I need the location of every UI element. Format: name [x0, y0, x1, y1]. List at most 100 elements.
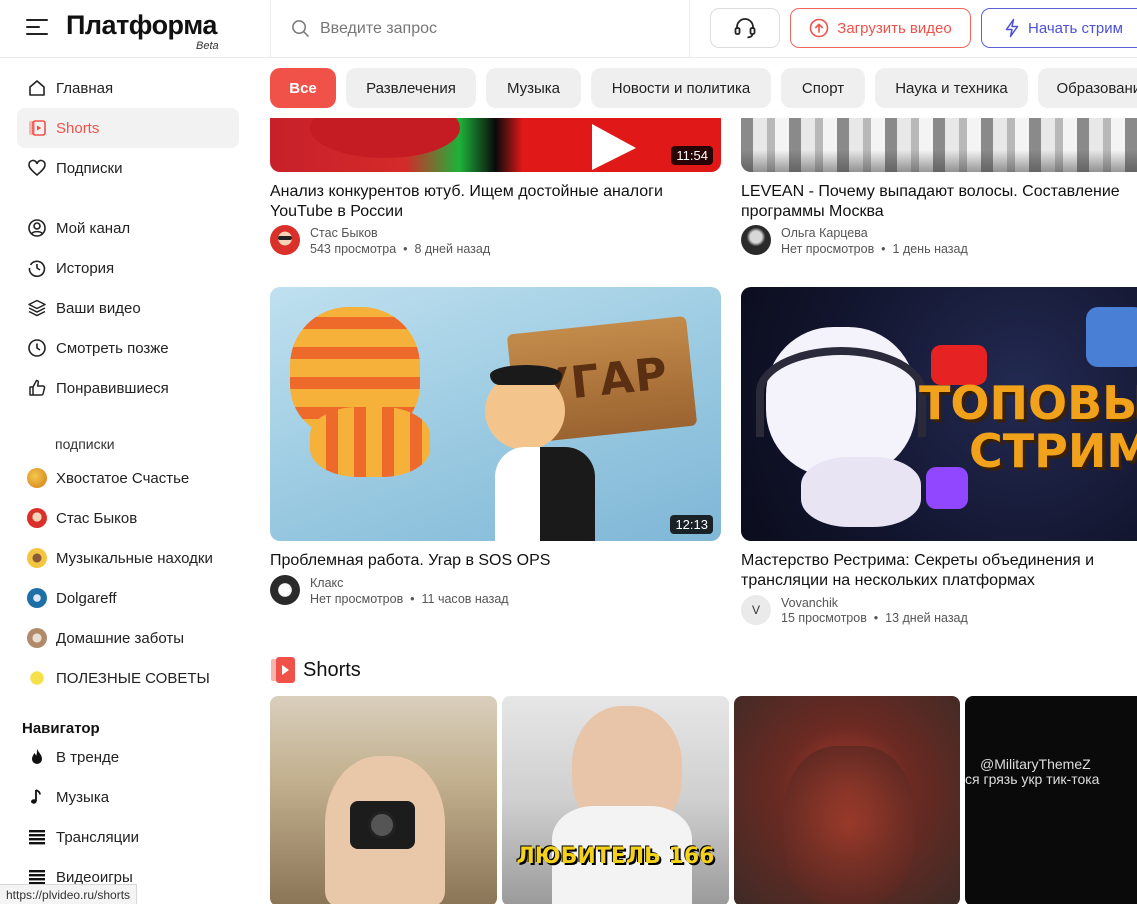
play-icon — [592, 124, 636, 170]
sidebar-item-broadcasts[interactable]: Трансляции — [17, 817, 239, 857]
sidebar-item-shorts[interactable]: Shorts — [17, 108, 239, 148]
upload-video-button[interactable]: Загрузить видео — [790, 8, 971, 48]
chip-sport[interactable]: Спорт — [781, 68, 865, 108]
thumbnail-character-body — [495, 447, 595, 541]
sidebar-item-trending[interactable]: В тренде — [17, 737, 239, 777]
sidebar-item-label: Shorts — [56, 119, 100, 137]
hamburger-menu-icon[interactable] — [26, 19, 48, 37]
avatar[interactable] — [270, 225, 300, 255]
video-author[interactable]: Ольга Карцева — [781, 226, 868, 240]
thumbnail-text-line: ТОПОВЫ — [919, 376, 1137, 430]
sidebar-item-your-videos[interactable]: Ваши видео — [17, 288, 239, 328]
short-overlay-caption: ся грязь укр тик-тока — [965, 771, 1100, 787]
sidebar-item-home[interactable]: Главная — [17, 68, 239, 108]
thumbnail-vk-logo — [1086, 307, 1137, 367]
shorts-section-title: Shorts — [303, 658, 361, 681]
video-author[interactable]: Клакс — [310, 576, 343, 590]
support-button[interactable] — [710, 8, 780, 48]
sidebar-item-label: Главная — [56, 79, 114, 97]
sidebar-item-label: В тренде — [56, 748, 120, 766]
lightning-icon — [1005, 18, 1019, 38]
thumbnail-headphones — [756, 347, 926, 437]
short-card[interactable]: ЛЮБИТЕЛЬ 166 — [502, 696, 729, 904]
top-header: Платформа Beta Загрузить видео Начать ст… — [0, 0, 1137, 58]
view-count: 15 просмотров — [781, 611, 867, 625]
sidebar-sub-hvostatoe[interactable]: Хвостатое Счастье — [17, 458, 239, 498]
avatar — [27, 468, 47, 488]
video-thumbnail[interactable] — [741, 118, 1137, 172]
avatar[interactable]: V — [741, 595, 771, 625]
video-meta: Нет просмотров • 11 часов назад — [310, 592, 509, 606]
user-circle-icon — [27, 218, 47, 238]
layers-icon — [27, 298, 47, 318]
start-stream-button[interactable]: Начать стрим — [981, 8, 1137, 48]
video-title[interactable]: LEVEAN - Почему выпадают волосы. Составл… — [741, 182, 1137, 221]
chip-all[interactable]: Все — [270, 68, 336, 108]
sidebar-item-subscriptions[interactable]: Подписки — [17, 148, 239, 188]
video-meta: 15 просмотров • 13 дней назад — [781, 611, 968, 625]
avatar[interactable] — [741, 225, 771, 255]
video-title[interactable]: Мастерство Рестрима: Секреты объединения… — [741, 551, 1137, 590]
thumbnail-text: ТОПОВЫ СТРИМ — [919, 379, 1137, 475]
sidebar-sub-muzykalnye[interactable]: Музыкальные находки — [17, 538, 239, 578]
sidebar-item-music[interactable]: Музыка — [17, 777, 239, 817]
sidebar-item-label: Трансляции — [56, 828, 140, 846]
shorts-icon — [27, 118, 47, 138]
view-count: Нет просмотров — [310, 592, 404, 606]
sidebar-item-my-channel[interactable]: Мой канал — [17, 208, 239, 248]
sidebar-item-label: Подписки — [56, 159, 123, 177]
sidebar-item-liked[interactable]: Понравившиеся — [17, 368, 239, 408]
avatar — [27, 508, 47, 528]
thumbnail-figure — [310, 118, 460, 158]
short-card[interactable] — [734, 696, 960, 904]
music-note-icon — [27, 787, 47, 807]
upload-label: Загрузить видео — [837, 19, 952, 37]
chip-science[interactable]: Наука и техника — [875, 68, 1028, 108]
beta-label: Beta — [196, 40, 219, 52]
broadcast-icon — [27, 827, 47, 847]
short-card[interactable]: @MilitaryThemeZ ся грязь укр тик-тока — [965, 696, 1137, 904]
upload-age: 13 дней назад — [885, 611, 968, 625]
thumbnail-shade — [741, 150, 1137, 172]
video-title[interactable]: Проблемная работа. Угар в SOS OPS — [270, 551, 710, 571]
short-card[interactable] — [270, 696, 497, 904]
category-chips: Все Развлечения Музыка Новости и политик… — [270, 68, 1137, 108]
site-logo[interactable]: Платформа — [66, 10, 217, 41]
video-thumbnail[interactable]: УГАР 12:13 — [270, 287, 721, 541]
chip-news[interactable]: Новости и политика — [591, 68, 771, 108]
sidebar-item-history[interactable]: История — [17, 248, 239, 288]
video-title-text: LEVEAN - Почему выпадают волосы. Составл… — [741, 183, 1120, 220]
stream-label: Начать стрим — [1028, 19, 1123, 37]
header-divider — [270, 0, 271, 58]
chip-education[interactable]: Образование — [1038, 68, 1137, 108]
thumbnail-character-hat — [490, 365, 562, 385]
sidebar: Главная Shorts Подписки Мой канал Истори… — [0, 58, 260, 904]
upload-age: 8 дней назад — [414, 242, 491, 256]
video-thumbnail[interactable]: ТОПОВЫ СТРИМ — [741, 287, 1137, 541]
avatar[interactable] — [270, 575, 300, 605]
upload-age: 1 день назад — [892, 242, 968, 256]
navigator-heading: Навигатор — [22, 720, 100, 737]
video-title[interactable]: Анализ конкурентов ютуб. Ищем достойные … — [270, 182, 710, 221]
video-duration: 12:13 — [670, 515, 713, 534]
sidebar-item-label: Музыка — [56, 788, 110, 806]
sidebar-item-watch-later[interactable]: Смотреть позже — [17, 328, 239, 368]
video-author[interactable]: Vovanchik — [781, 596, 838, 610]
chip-entertainment[interactable]: Развлечения — [346, 68, 476, 108]
thumbnail-text-line: СТРИМ — [969, 424, 1137, 478]
sidebar-sub-poleznye[interactable]: ПОЛЕЗНЫЕ СОВЕТЫ — [17, 658, 239, 698]
sidebar-sub-dolgareff[interactable]: Dolgareff — [17, 578, 239, 618]
chip-music[interactable]: Музыка — [486, 68, 581, 108]
video-meta: 543 просмотра • 8 дней назад — [310, 242, 491, 256]
video-thumbnail[interactable]: 11:54 — [270, 118, 721, 172]
video-author[interactable]: Стас Быков — [310, 226, 378, 240]
sidebar-item-label: Хвостатое Счастье — [56, 469, 190, 487]
flame-icon — [27, 747, 47, 767]
search-input[interactable] — [320, 16, 680, 42]
avatar — [27, 548, 47, 568]
sidebar-sub-stas-bykov[interactable]: Стас Быков — [17, 498, 239, 538]
sidebar-sub-domashnie[interactable]: Домашние заботы — [17, 618, 239, 658]
avatar — [27, 668, 47, 688]
short-blurred-content — [784, 746, 914, 904]
headset-icon — [734, 18, 756, 39]
